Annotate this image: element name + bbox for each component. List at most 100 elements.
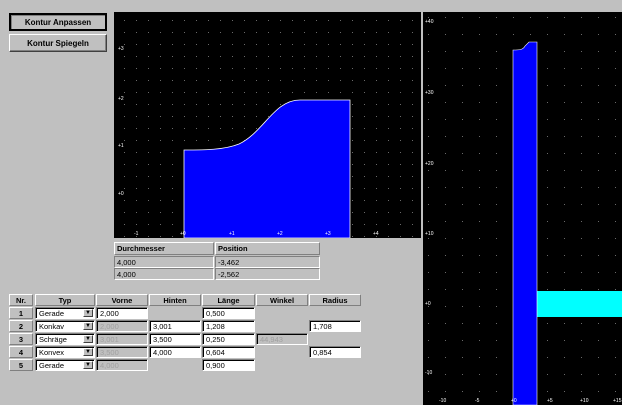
- grid-dot: [388, 176, 389, 177]
- grid-dot: [160, 68, 161, 69]
- grid-dot: [400, 20, 401, 21]
- grid-dot: [581, 51, 582, 52]
- grid-dot: [564, 17, 565, 18]
- y-tick-label: +40: [425, 19, 434, 25]
- grid-dot: [598, 136, 599, 137]
- grid-dot: [184, 44, 185, 45]
- grid-dot: [412, 44, 413, 45]
- grid-dot: [352, 200, 353, 201]
- chevron-down-icon[interactable]: ▼: [83, 335, 93, 343]
- grid-dot: [124, 188, 125, 189]
- hinten-input[interactable]: 4,000: [149, 346, 201, 358]
- grid-dot: [232, 20, 233, 21]
- col-header-radius: Radius: [309, 294, 361, 306]
- typ-select[interactable]: Konvex ▼: [35, 346, 95, 358]
- grid-dot: [256, 68, 257, 69]
- chevron-down-icon[interactable]: ▼: [83, 309, 93, 317]
- grid-dot: [376, 20, 377, 21]
- grid-dot: [598, 374, 599, 375]
- grid-dot: [148, 140, 149, 141]
- chevron-down-icon[interactable]: ▼: [83, 322, 93, 330]
- grid-dot: [196, 32, 197, 33]
- grid-dot: [160, 188, 161, 189]
- grid-dot: [172, 236, 173, 237]
- grid-dot: [400, 140, 401, 141]
- grid-dot: [445, 357, 446, 358]
- grid-dot: [196, 44, 197, 45]
- grid-dot: [304, 92, 305, 93]
- grid-dot: [340, 92, 341, 93]
- grid-dot: [412, 68, 413, 69]
- grid-dot: [598, 391, 599, 392]
- grid-dot: [581, 357, 582, 358]
- grid-dot: [292, 92, 293, 93]
- grid-dot: [148, 224, 149, 225]
- grid-dot: [352, 116, 353, 117]
- grid-dot: [400, 188, 401, 189]
- grid-dot: [428, 136, 429, 137]
- laenge-input[interactable]: 0,900: [202, 359, 255, 371]
- typ-select[interactable]: Schräge ▼: [35, 333, 95, 345]
- kontur-anpassen-button[interactable]: Kontur Anpassen: [9, 13, 107, 31]
- grid-dot: [564, 119, 565, 120]
- grid-dot: [148, 176, 149, 177]
- grid-dot: [172, 68, 173, 69]
- grid-dot: [496, 221, 497, 222]
- grid-dot: [547, 340, 548, 341]
- chevron-down-icon[interactable]: ▼: [83, 348, 93, 356]
- grid-dot: [328, 92, 329, 93]
- grid-dot: [136, 212, 137, 213]
- typ-select[interactable]: Gerade ▼: [35, 307, 95, 319]
- grid-dot: [598, 289, 599, 290]
- grid-dot: [364, 152, 365, 153]
- grid-dot: [388, 236, 389, 237]
- grid-dot: [581, 34, 582, 35]
- kontur-spiegeln-button[interactable]: Kontur Spiegeln: [9, 34, 107, 52]
- typ-select[interactable]: Gerade ▼: [35, 359, 95, 371]
- chevron-down-icon[interactable]: ▼: [83, 361, 93, 369]
- grid-dot: [615, 170, 616, 171]
- laenge-input[interactable]: 0,500: [202, 307, 255, 319]
- grid-dot: [400, 164, 401, 165]
- grid-dot: [184, 128, 185, 129]
- grid-dot: [412, 176, 413, 177]
- grid-dot: [256, 80, 257, 81]
- grid-dot: [172, 176, 173, 177]
- grid-dot: [615, 238, 616, 239]
- grid-dot: [160, 128, 161, 129]
- hinten-input[interactable]: 3,001: [149, 320, 201, 332]
- grid-dot: [268, 68, 269, 69]
- x-tick-label: +2: [277, 231, 283, 237]
- grid-dot: [184, 20, 185, 21]
- grid-dot: [462, 238, 463, 239]
- hinten-input[interactable]: 3,500: [149, 333, 201, 345]
- grid-dot: [564, 323, 565, 324]
- grid-dot: [172, 188, 173, 189]
- grid-dot: [428, 255, 429, 256]
- grid-dot: [581, 187, 582, 188]
- radius-input[interactable]: 0,854: [309, 346, 361, 358]
- grid-dot: [412, 164, 413, 165]
- vorne-input[interactable]: 2,000: [96, 307, 148, 319]
- grid-dot: [547, 374, 548, 375]
- grid-dot: [615, 289, 616, 290]
- grid-dot: [445, 272, 446, 273]
- grid-dot: [496, 323, 497, 324]
- grid-dot: [160, 212, 161, 213]
- grid-dot: [340, 80, 341, 81]
- laenge-input[interactable]: 0,604: [202, 346, 255, 358]
- laenge-input[interactable]: 1,208: [202, 320, 255, 332]
- radius-input[interactable]: 1,708: [309, 320, 361, 332]
- grid-dot: [445, 204, 446, 205]
- grid-dot: [220, 56, 221, 57]
- typ-select[interactable]: Konkav ▼: [35, 320, 95, 332]
- grid-dot: [445, 340, 446, 341]
- y-tick-label: +3: [118, 46, 124, 52]
- grid-dot: [581, 136, 582, 137]
- grid-dot: [172, 92, 173, 93]
- grid-dot: [598, 119, 599, 120]
- grid-dot: [148, 236, 149, 237]
- x-tick-label: +0: [511, 398, 517, 404]
- laenge-input[interactable]: 0,250: [202, 333, 255, 345]
- grid-dot: [124, 152, 125, 153]
